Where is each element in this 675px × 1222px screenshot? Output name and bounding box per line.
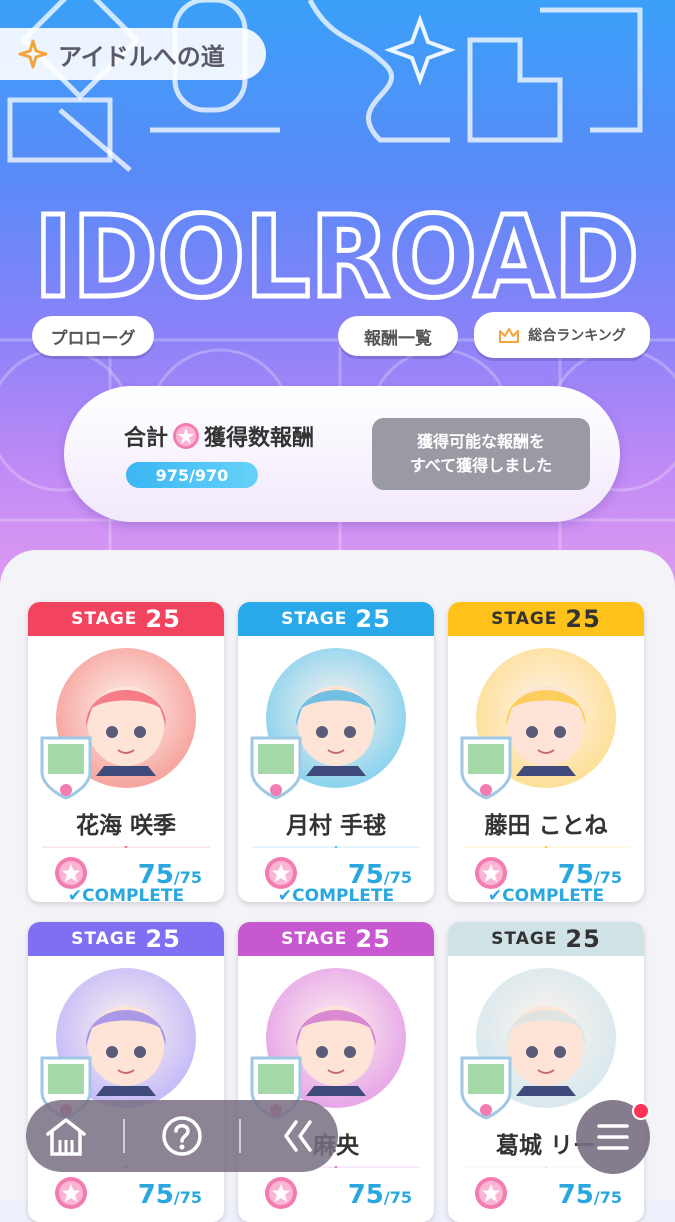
score: 75/75 (558, 1180, 622, 1210)
star-coin-icon (475, 1177, 507, 1209)
reward-label-suffix: 獲得数報酬 (204, 426, 315, 451)
stage-label: STAGE (281, 929, 348, 949)
svg-text:IDOLROAD: IDOLROAD (34, 196, 639, 306)
score: 75/75 (138, 1180, 202, 1210)
idol-name: 花海 咲季 (75, 813, 176, 839)
reward-status-button[interactable]: 獲得可能な報酬を すべて獲得しました (372, 418, 590, 490)
reward-count: 975/970 (126, 462, 258, 488)
crest-badge-icon (460, 736, 512, 800)
score-total: /75 (173, 1188, 202, 1207)
crest-badge-icon (250, 736, 302, 800)
check-icon: ✔ (67, 886, 83, 902)
stage-number: 25 (145, 925, 181, 953)
complete-status: ✔COMPLETE (238, 886, 434, 902)
idol-card[interactable]: STAGE 25 麻央 (238, 922, 434, 1222)
complete-status: ✔COMPLETE (448, 886, 644, 902)
score-total: /75 (383, 1188, 412, 1207)
menu-icon (597, 1124, 629, 1150)
score-value: 75 (137, 1180, 174, 1210)
stage-header: STAGE 25 (28, 922, 224, 956)
stage-label: STAGE (491, 929, 558, 949)
notification-dot (632, 1102, 650, 1120)
rewards-list-button[interactable]: 報酬一覧 (338, 316, 458, 356)
name-divider (462, 846, 630, 848)
crest-badge-icon (460, 1056, 512, 1120)
stage-label: STAGE (71, 609, 138, 629)
idol-name: 月村 手毬 (285, 813, 386, 839)
stage-number: 25 (355, 605, 391, 633)
reward-label-prefix: 合計 (124, 426, 169, 451)
idolroad-logo: IDOLROAD (34, 196, 642, 306)
nav-separator (122, 1119, 125, 1153)
score-total: /75 (593, 1188, 622, 1207)
nav-separator (239, 1119, 242, 1153)
prologue-button[interactable]: プロローグ (32, 316, 154, 356)
reward-summary-panel: 合計 獲得数報酬 975/970 獲得可能な報酬を すべて獲得しました (64, 386, 620, 522)
name-divider (252, 846, 420, 848)
star-coin-icon (55, 857, 87, 889)
idol-name: 藤田 ことね (484, 813, 608, 839)
star-coin-icon (265, 1177, 297, 1209)
idol-card[interactable]: STAGE 25 花海 咲季 75/75 ✔COMPLETE (28, 602, 224, 902)
stage-header: STAGE 25 (448, 602, 644, 636)
idol-card[interactable]: STAGE 25 月村 手毬 75/75 ✔COMPLETE (238, 602, 434, 902)
star-coin-icon (173, 423, 200, 449)
complete-label: COMPLETE (292, 886, 395, 902)
reward-label: 合計 獲得数報酬 (124, 420, 314, 452)
name-divider (42, 846, 210, 848)
stage-label: STAGE (281, 609, 348, 629)
idol-card[interactable]: STAGE 25 藤田 ことね 75/75 ✔COMPLETE (448, 602, 644, 902)
ranking-button-label: 総合ランキング (528, 328, 626, 344)
stage-number: 25 (565, 605, 601, 633)
score-value: 75 (347, 1180, 384, 1210)
prologue-button-label: プロローグ (50, 328, 136, 349)
stage-label: STAGE (71, 929, 138, 949)
check-icon: ✔ (487, 886, 503, 902)
complete-label: COMPLETE (502, 886, 605, 902)
home-icon[interactable] (44, 1114, 88, 1158)
stage-label: STAGE (491, 609, 558, 629)
rewards-list-button-label: 報酬一覧 (364, 328, 432, 349)
complete-label: COMPLETE (82, 886, 185, 902)
score-total: /75 (593, 868, 622, 887)
check-icon: ✔ (277, 886, 293, 902)
stage-header: STAGE 25 (238, 602, 434, 636)
page-title-text: アイドルへの道 (58, 42, 225, 71)
help-icon[interactable] (160, 1114, 204, 1158)
stage-number: 25 (565, 925, 601, 953)
stage-number: 25 (355, 925, 391, 953)
idol-card[interactable]: STAGE 25 葛城 リー 75/75 (448, 922, 644, 1222)
crest-badge-icon (40, 736, 92, 800)
stage-number: 25 (145, 605, 181, 633)
score-total: /75 (383, 868, 412, 887)
bottom-nav (26, 1100, 338, 1172)
stage-header: STAGE 25 (28, 602, 224, 636)
star-coin-icon (55, 1177, 87, 1209)
score-value: 75 (557, 1180, 594, 1210)
hero-banner: アイドルへの道 IDOLROAD プロローグ 報酬一覧 総合ランキング 合計 獲… (0, 0, 675, 600)
idol-card[interactable]: STAGE 25 75/75 (28, 922, 224, 1222)
score-total: /75 (173, 868, 202, 887)
complete-status: ✔COMPLETE (28, 886, 224, 902)
back-icon[interactable] (276, 1114, 320, 1158)
crown-icon (499, 328, 520, 343)
ranking-button[interactable]: 総合ランキング (474, 312, 650, 358)
stage-header: STAGE 25 (238, 922, 434, 956)
star-coin-icon (475, 857, 507, 889)
score: 75/75 (348, 1180, 412, 1210)
star-coin-icon (265, 857, 297, 889)
page-title: アイドルへの道 (0, 28, 266, 80)
stage-header: STAGE 25 (448, 922, 644, 956)
sparkle-icon (18, 39, 48, 69)
